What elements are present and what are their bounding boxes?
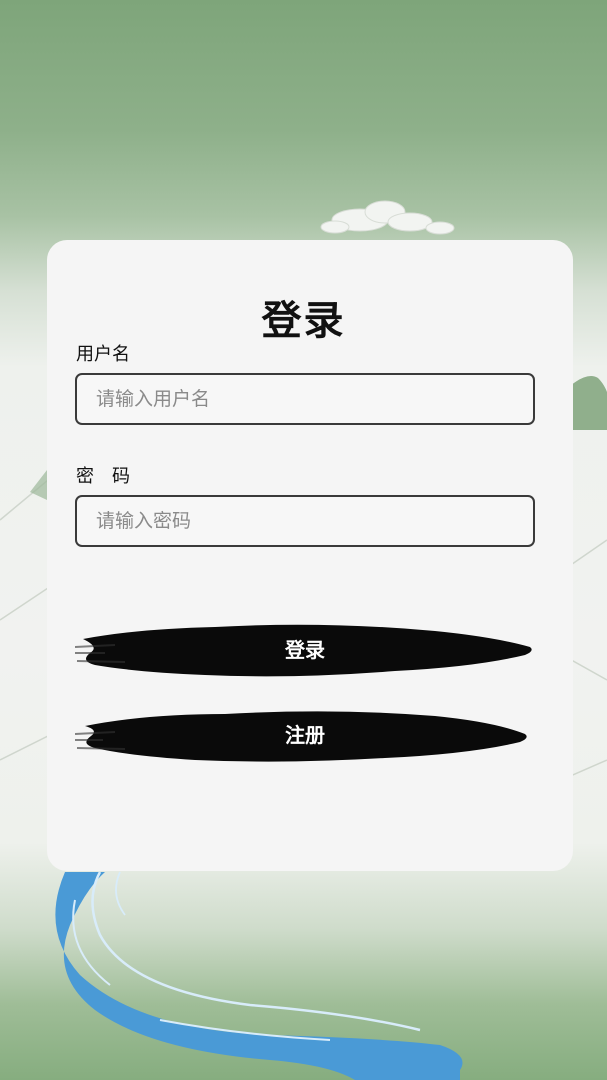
login-button-label: 登录 bbox=[285, 638, 325, 662]
login-button[interactable]: 登录 bbox=[75, 617, 535, 683]
page-title: 登录 bbox=[261, 298, 346, 344]
username-label: 用户名 bbox=[76, 344, 130, 365]
username-input[interactable] bbox=[75, 373, 535, 425]
login-screen: 登录 用户名 密 码 登录 注册 bbox=[0, 0, 607, 1080]
password-label: 密 码 bbox=[76, 466, 130, 487]
register-button[interactable]: 注册 bbox=[75, 702, 535, 768]
mountain-peak-left bbox=[30, 470, 47, 500]
cloud-decoration bbox=[320, 200, 455, 235]
register-button-label: 注册 bbox=[285, 723, 325, 747]
river-decoration bbox=[55, 871, 463, 1080]
password-input[interactable] bbox=[75, 495, 535, 547]
